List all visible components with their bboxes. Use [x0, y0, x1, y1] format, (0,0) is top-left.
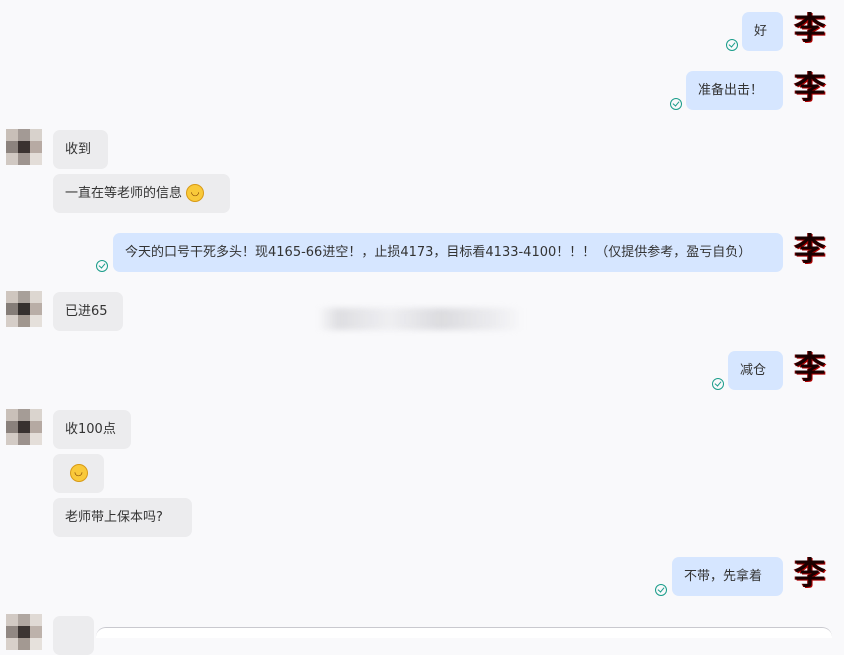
read-check-icon	[655, 584, 667, 596]
avatar[interactable]	[6, 409, 42, 445]
message-bubble-incoming[interactable]: 老师带上保本吗?	[53, 498, 192, 537]
message-bubble-outgoing[interactable]: 准备出击！	[686, 71, 783, 110]
avatar[interactable]	[6, 291, 42, 327]
message-text: 好	[754, 24, 768, 39]
message-bubble-incoming[interactable]: 收100点	[53, 410, 131, 449]
grinning-face-icon: ◡	[69, 463, 88, 482]
message-bubble-incoming[interactable]	[53, 616, 94, 655]
avatar[interactable]: 李	[793, 351, 827, 385]
read-check-icon	[726, 39, 738, 51]
message-text: 收到	[65, 142, 92, 157]
grinning-face-icon: ◡	[186, 183, 205, 202]
message-text: 收100点	[65, 422, 116, 437]
avatar[interactable]	[6, 614, 42, 650]
message-text: 一直在等老师的信息	[65, 186, 183, 201]
avatar[interactable]	[6, 129, 42, 165]
message-input-box[interactable]	[96, 627, 832, 638]
message-text: 老师带上保本吗?	[65, 510, 163, 525]
message-bubble-incoming[interactable]: 一直在等老师的信息 ◡	[53, 174, 230, 213]
message-bubble-incoming[interactable]: 已进65	[53, 292, 123, 331]
avatar[interactable]: 李	[793, 233, 827, 267]
read-check-icon	[96, 260, 108, 272]
avatar[interactable]: 李	[793, 557, 827, 591]
read-check-icon	[712, 378, 724, 390]
message-bubble-outgoing[interactable]: 不带，先拿着	[672, 557, 783, 596]
message-bubble-incoming[interactable]: ◡	[53, 454, 104, 493]
message-bubble-outgoing[interactable]: 今天的口号干死多头！现4165-66进空！，止损4173，目标看4133-410…	[113, 233, 783, 272]
avatar[interactable]: 李	[793, 71, 827, 105]
message-text: 减仓	[740, 363, 767, 378]
message-text: 不带，先拿着	[684, 569, 763, 584]
message-text: 准备出击！	[698, 83, 764, 98]
message-bubble-outgoing[interactable]: 减仓	[728, 351, 783, 390]
message-bubble-outgoing[interactable]: 好	[742, 12, 783, 51]
avatar[interactable]: 李	[793, 12, 827, 46]
blurred-watermark	[318, 308, 523, 330]
message-text: 已进65	[65, 304, 108, 319]
read-check-icon	[670, 98, 682, 110]
message-bubble-incoming[interactable]: 收到	[53, 130, 108, 169]
message-text: 今天的口号干死多头！现4165-66进空！，止损4173，目标看4133-410…	[125, 245, 752, 260]
